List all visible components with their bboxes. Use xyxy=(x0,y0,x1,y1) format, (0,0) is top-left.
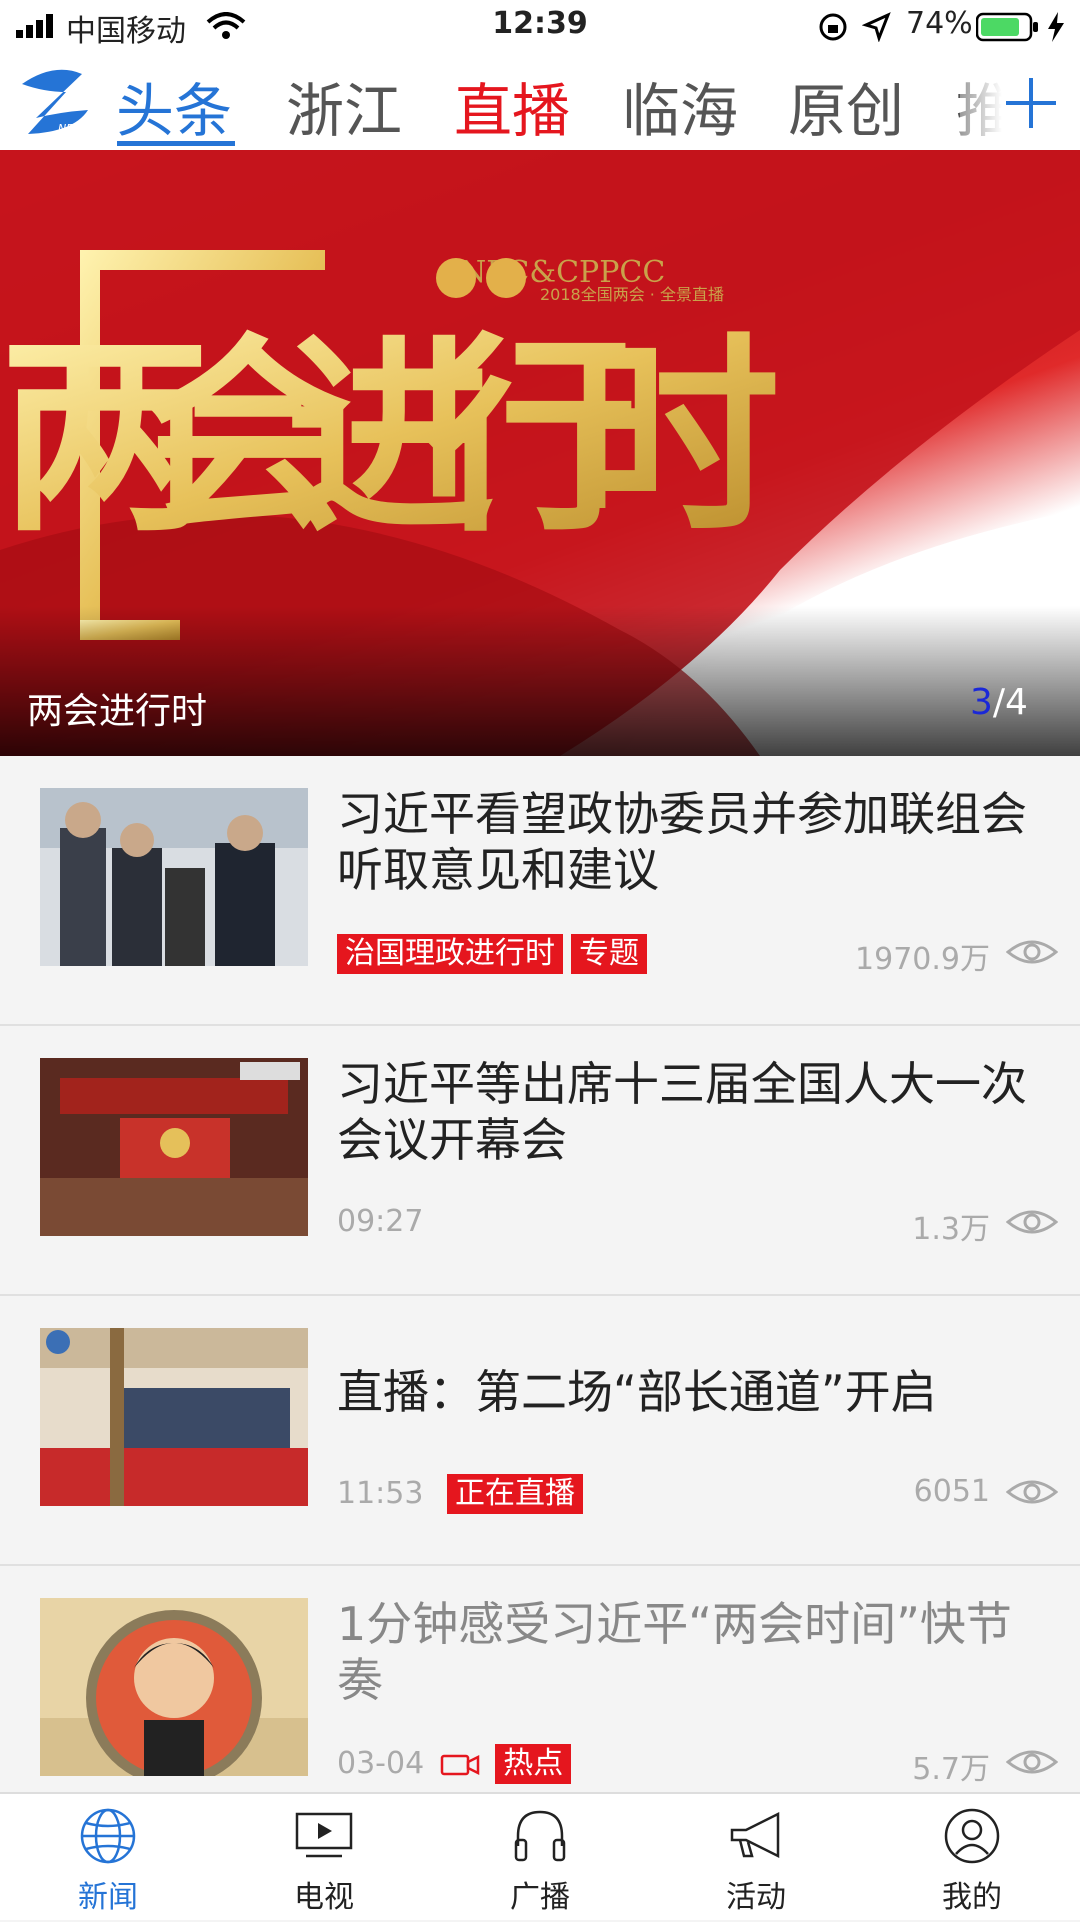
battery-icon xyxy=(976,12,1038,42)
news-title: 直播：第二场“部长通道”开启 xyxy=(337,1365,937,1419)
tab-zhejiang[interactable]: 浙江 xyxy=(286,64,402,148)
charging-bolt-icon xyxy=(1048,12,1064,42)
live-now-tag: 正在直播 xyxy=(447,1474,584,1514)
banner-caption: 两会进行时 xyxy=(27,691,208,732)
news-meta: 治国理政进行时 专题 xyxy=(337,934,655,974)
eye-icon xyxy=(1006,940,1058,964)
tab-label: 我的 xyxy=(942,1880,1002,1915)
topic-tag[interactable]: 治国理政进行时 xyxy=(337,934,563,974)
tab-headline[interactable]: 头条 xyxy=(116,64,232,148)
banner-art-text: 两会进行时 xyxy=(0,313,780,560)
video-camera-icon xyxy=(440,1754,479,1775)
status-bar: 中国移动 12:39 74% xyxy=(0,0,1080,54)
news-time: 11:53 xyxy=(337,1476,424,1511)
plus-icon xyxy=(1006,78,1056,128)
tab-label: 广播 xyxy=(510,1880,570,1915)
news-title: 习近平看望政协委员并参加联组会听取意见和建议 xyxy=(337,787,1027,897)
svg-text:NEWS: NEWS xyxy=(58,122,91,135)
globe-icon xyxy=(80,1808,136,1864)
headphones-icon xyxy=(514,1810,566,1862)
tab-original[interactable]: 原创 xyxy=(788,64,904,148)
view-count: 1.3万 xyxy=(912,1212,990,1247)
tab-label: 电视 xyxy=(294,1880,354,1915)
special-tag[interactable]: 专题 xyxy=(571,934,647,974)
tv-icon xyxy=(295,1812,353,1858)
news-thumbnail xyxy=(40,1328,308,1506)
news-meta: 11:53 正在直播 xyxy=(337,1474,591,1514)
tab-news[interactable]: 新闻 xyxy=(0,1794,216,1922)
bottom-tab-bar: 新闻 电视 广播 活动 我的 xyxy=(0,1792,1080,1920)
eye-icon xyxy=(1006,1480,1058,1504)
news-thumbnail xyxy=(40,1598,308,1776)
tab-activities[interactable]: 活动 xyxy=(648,1794,864,1922)
tab-label: 活动 xyxy=(726,1880,786,1915)
view-count: 5.7万 xyxy=(912,1752,990,1787)
eye-icon xyxy=(1006,1210,1058,1234)
news-title: 习近平等出席十三届全国人大一次会议开幕会 xyxy=(337,1057,1027,1167)
tab-live[interactable]: 直播 xyxy=(454,64,570,148)
news-title: 1分钟感受习近平“两会时间”快节奏 xyxy=(337,1597,1012,1707)
eye-icon xyxy=(1006,1750,1058,1774)
tab-profile[interactable]: 我的 xyxy=(864,1794,1080,1922)
active-tab-underline xyxy=(117,141,235,146)
news-item[interactable]: 直播：第二场“部长通道”开启 11:53 正在直播 6051 xyxy=(0,1298,1080,1566)
news-item[interactable]: 习近平看望政协委员并参加联组会听取意见和建议 治国理政进行时 专题 1970.9万 xyxy=(0,758,1080,1026)
view-count: 6051 xyxy=(913,1474,990,1509)
channel-bar: NEWS 头条 浙江 直播 临海 原创 推 xyxy=(0,54,1080,150)
location-arrow-icon xyxy=(862,12,891,42)
news-meta: 03-04 热点 xyxy=(337,1744,579,1784)
tab-radio[interactable]: 广播 xyxy=(432,1794,648,1922)
news-time: 09:27 xyxy=(337,1204,424,1239)
banner-carousel[interactable]: NPC&CPPCC 2018全国两会 · 全景直播 两会进行时 两会进行时 3/… xyxy=(0,150,1080,756)
user-icon xyxy=(944,1808,1000,1864)
tab-label: 新闻 xyxy=(78,1880,138,1915)
view-count: 1970.9万 xyxy=(855,942,990,977)
rotation-lock-icon xyxy=(819,13,847,41)
battery-percent: 74% xyxy=(906,6,973,41)
npc-sub-text: 2018全国两会 · 全景直播 xyxy=(540,285,724,304)
news-meta: 09:27 xyxy=(337,1204,423,1239)
tab-tv[interactable]: 电视 xyxy=(216,1794,432,1922)
news-thumbnail xyxy=(40,788,308,966)
megaphone-icon xyxy=(730,1811,780,1859)
news-time: 03-04 xyxy=(337,1746,425,1781)
news-thumbnail xyxy=(40,1058,308,1236)
zjstv-logo[interactable]: NEWS xyxy=(14,62,94,142)
tab-linhai[interactable]: 临海 xyxy=(622,64,738,148)
news-item[interactable]: 习近平等出席十三届全国人大一次会议开幕会 09:27 1.3万 xyxy=(0,1028,1080,1296)
hot-tag: 热点 xyxy=(495,1744,572,1784)
add-channel-button[interactable] xyxy=(960,54,1080,150)
banner-pager: 3/4 xyxy=(970,682,1028,723)
